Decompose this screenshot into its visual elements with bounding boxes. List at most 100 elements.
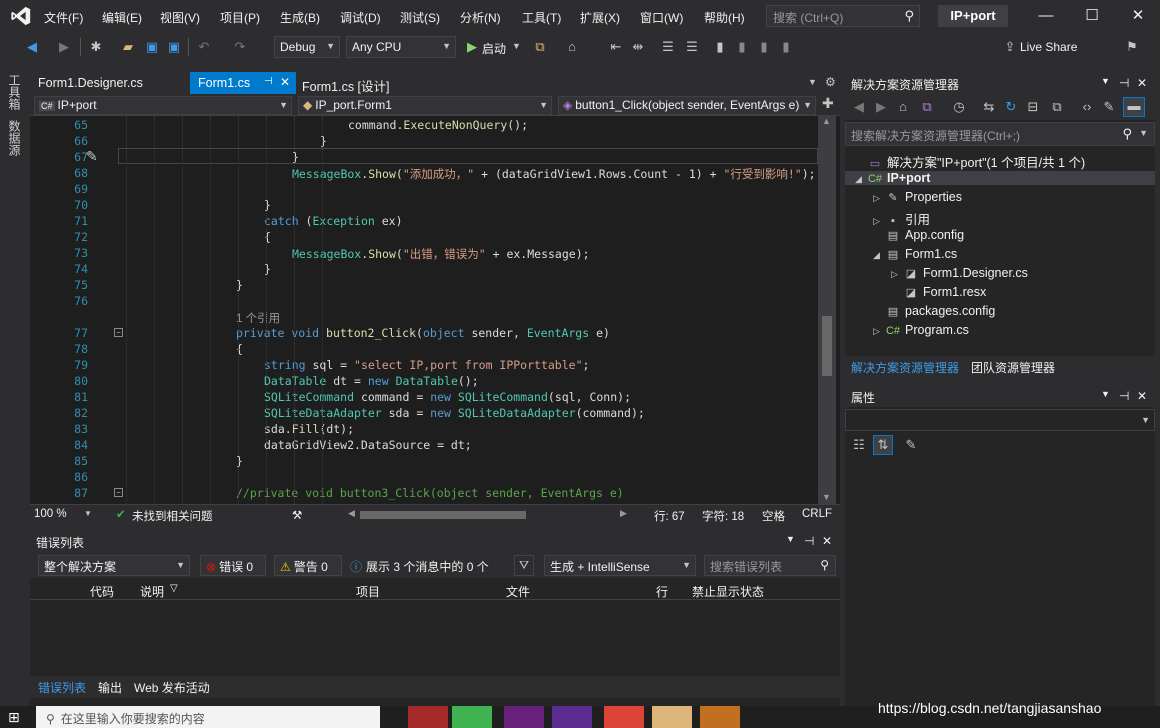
expand-toggle-icon[interactable]: ▷ [873, 216, 885, 227]
properties-wrench-icon[interactable]: ✎ [1101, 99, 1117, 115]
zoom-level[interactable]: 100 % [34, 508, 67, 520]
class-dropdown[interactable]: ◆ IP_port.Form1 ▼ [298, 96, 552, 115]
pin-icon[interactable]: ⊣ [264, 76, 273, 87]
switch-views-icon[interactable]: ⧉ [919, 99, 935, 115]
column-project[interactable]: 项目 [356, 583, 380, 600]
tree-item[interactable]: ▭ 解决方案"IP+port"(1 个项目/共 1 个) [855, 152, 1085, 171]
window-position-icon[interactable]: ▼ [1101, 76, 1110, 86]
tab-list-dropdown-icon[interactable]: ▼ [808, 77, 817, 87]
expand-toggle-icon[interactable]: ◢ [855, 174, 867, 185]
tree-item[interactable]: ◪ Form1.resx [891, 285, 986, 299]
solution-search-input[interactable]: 搜索解决方案资源管理器(Ctrl+;) ⚲ ▼ [845, 122, 1155, 146]
column-suppression[interactable]: 禁止显示状态 [692, 583, 764, 600]
menu-debug[interactable]: 调试(D) [340, 9, 381, 26]
tree-item[interactable]: ◢ C# IP+port [845, 171, 1155, 185]
navigate-forward-icon[interactable]: ▶ [56, 39, 72, 55]
code-line[interactable]: string sql = "select IP,port from IPPort… [264, 358, 589, 372]
gear-icon[interactable]: ⚙ [825, 75, 836, 89]
taskbar-app-icon[interactable] [408, 706, 448, 728]
alphabetical-icon[interactable]: ⇅ [873, 435, 893, 455]
pin-icon[interactable]: ⊣ [804, 534, 814, 548]
align-left-icon[interactable]: ⇤ [608, 39, 624, 55]
code-area[interactable]: ✎ 65 command.ExecuteNonQuery(); 66} 67} 68 Me… [30, 116, 818, 504]
tab-solution-explorer[interactable]: 解决方案资源管理器 [851, 359, 959, 376]
close-panel-icon[interactable]: ✕ [822, 534, 832, 548]
code-line[interactable]: private void button2_Click(object sender… [236, 326, 610, 340]
chevron-down-icon[interactable]: ▼ [512, 41, 521, 51]
collapse-region-icon[interactable]: − [114, 488, 123, 497]
expand-toggle-icon[interactable]: ▷ [873, 193, 885, 204]
column-code[interactable]: 代码 [90, 583, 114, 600]
error-search-input[interactable]: 搜索错误列表 ⚲ [704, 555, 836, 576]
horizontal-scrollbar-thumb[interactable] [360, 511, 526, 519]
scroll-right-icon[interactable]: ▶ [620, 508, 627, 519]
taskbar-app-icon[interactable] [700, 706, 740, 728]
expand-toggle-icon[interactable]: ◢ [873, 250, 885, 261]
code-line[interactable]: 1 个引用 [236, 310, 280, 326]
tab-output[interactable]: 输出 [98, 679, 122, 696]
start-debug-button[interactable]: 启动 [482, 40, 506, 57]
code-line[interactable]: dataGridView2.DataSource = dt; [264, 438, 472, 452]
save-icon[interactable]: ▣ [144, 39, 160, 55]
prev-bookmark-icon[interactable]: ▮ [734, 39, 750, 55]
home-icon[interactable]: ⌂ [564, 39, 580, 55]
next-bookmark-icon[interactable]: ▮ [756, 39, 772, 55]
menu-edit[interactable]: 编辑(E) [102, 9, 142, 26]
expand-toggle-icon[interactable]: ▷ [873, 326, 885, 337]
tree-item[interactable]: ▷ ◪ Form1.Designer.cs [891, 266, 1028, 280]
tree-item[interactable]: ▷ C# Program.cs [873, 323, 969, 337]
chrome-icon[interactable] [604, 706, 644, 728]
uncomment-icon[interactable]: ☰ [684, 39, 700, 55]
menu-analyze[interactable]: 分析(N) [460, 9, 501, 26]
solution-configuration-dropdown[interactable]: Debug ▼ [274, 36, 340, 58]
tree-item[interactable]: ◢ ▤ Form1.cs [873, 247, 957, 261]
column-file[interactable]: 文件 [506, 583, 530, 600]
close-button[interactable]: ✕ [1128, 6, 1148, 26]
build-filter-dropdown[interactable]: 生成 + IntelliSense ▼ [544, 555, 696, 576]
close-panel-icon[interactable]: ✕ [1137, 76, 1147, 90]
pin-icon[interactable]: ⊣ [1119, 389, 1129, 403]
pending-changes-icon[interactable]: ◷ [951, 99, 967, 115]
feedback-icon[interactable]: ⚑ [1124, 39, 1140, 55]
visual-studio-taskbar-icon[interactable] [552, 706, 592, 728]
tree-item[interactable]: ▷ ✎ Properties [873, 190, 962, 204]
menu-help[interactable]: 帮助(H) [704, 9, 745, 26]
window-position-icon[interactable]: ▼ [1101, 389, 1110, 399]
project-dropdown[interactable]: C# IP+port ▼ [34, 96, 292, 115]
maximize-button[interactable]: ☐ [1082, 6, 1102, 26]
menu-project[interactable]: 项目(P) [220, 9, 260, 26]
column-line[interactable]: 行 [656, 583, 668, 600]
sync-icon[interactable]: ⇆ [981, 99, 997, 115]
visual-studio-taskbar-icon[interactable] [504, 706, 544, 728]
wechat-icon[interactable] [452, 706, 492, 728]
scroll-up-icon[interactable]: ▲ [822, 116, 831, 126]
bookmark-icon[interactable]: ▮ [712, 39, 728, 55]
code-line[interactable]: MessageBox.Show("添加成功，" + (dataGridView1… [292, 166, 816, 182]
align-center-icon[interactable]: ⇹ [630, 39, 646, 55]
chevron-down-icon[interactable]: ▼ [84, 509, 92, 518]
open-file-icon[interactable]: ▰ [120, 39, 136, 55]
split-window-icon[interactable]: ✚ [822, 95, 834, 112]
window-position-icon[interactable]: ▼ [786, 534, 795, 544]
code-line[interactable]: MessageBox.Show("出错，错误为" + ex.Message); [292, 246, 590, 262]
scroll-left-icon[interactable]: ◀ [348, 508, 355, 519]
code-line[interactable]: catch (Exception ex) [264, 214, 403, 228]
categorized-icon[interactable]: ☷ [851, 437, 867, 453]
expand-toggle-icon[interactable]: ▷ [891, 269, 903, 280]
code-line[interactable]: sda.Fill(dt); [264, 422, 354, 436]
clear-bookmarks-icon[interactable]: ▮ [778, 39, 794, 55]
toolbox-tab[interactable]: 工具箱 [6, 74, 23, 110]
tab-web-publish[interactable]: Web 发布活动 [134, 679, 210, 696]
back-icon[interactable]: ◀ [851, 99, 867, 115]
undo-icon[interactable]: ↶ [196, 39, 212, 55]
tab-form1-designer-cs[interactable]: Form1.Designer.cs [30, 72, 151, 94]
view-code-icon[interactable]: ‹› [1079, 99, 1095, 115]
new-project-icon[interactable]: ✱ [88, 39, 104, 55]
visual-studio-logo-icon[interactable] [10, 5, 32, 27]
save-all-icon[interactable]: ▣ [166, 39, 182, 55]
live-share-button[interactable]: Live Share [1020, 40, 1077, 54]
menu-extensions[interactable]: 扩展(X) [580, 9, 620, 26]
start-debug-icon[interactable]: ▶ [464, 39, 480, 55]
data-sources-tab[interactable]: 数据源 [6, 120, 23, 156]
pin-icon[interactable]: ⊣ [1119, 76, 1129, 90]
